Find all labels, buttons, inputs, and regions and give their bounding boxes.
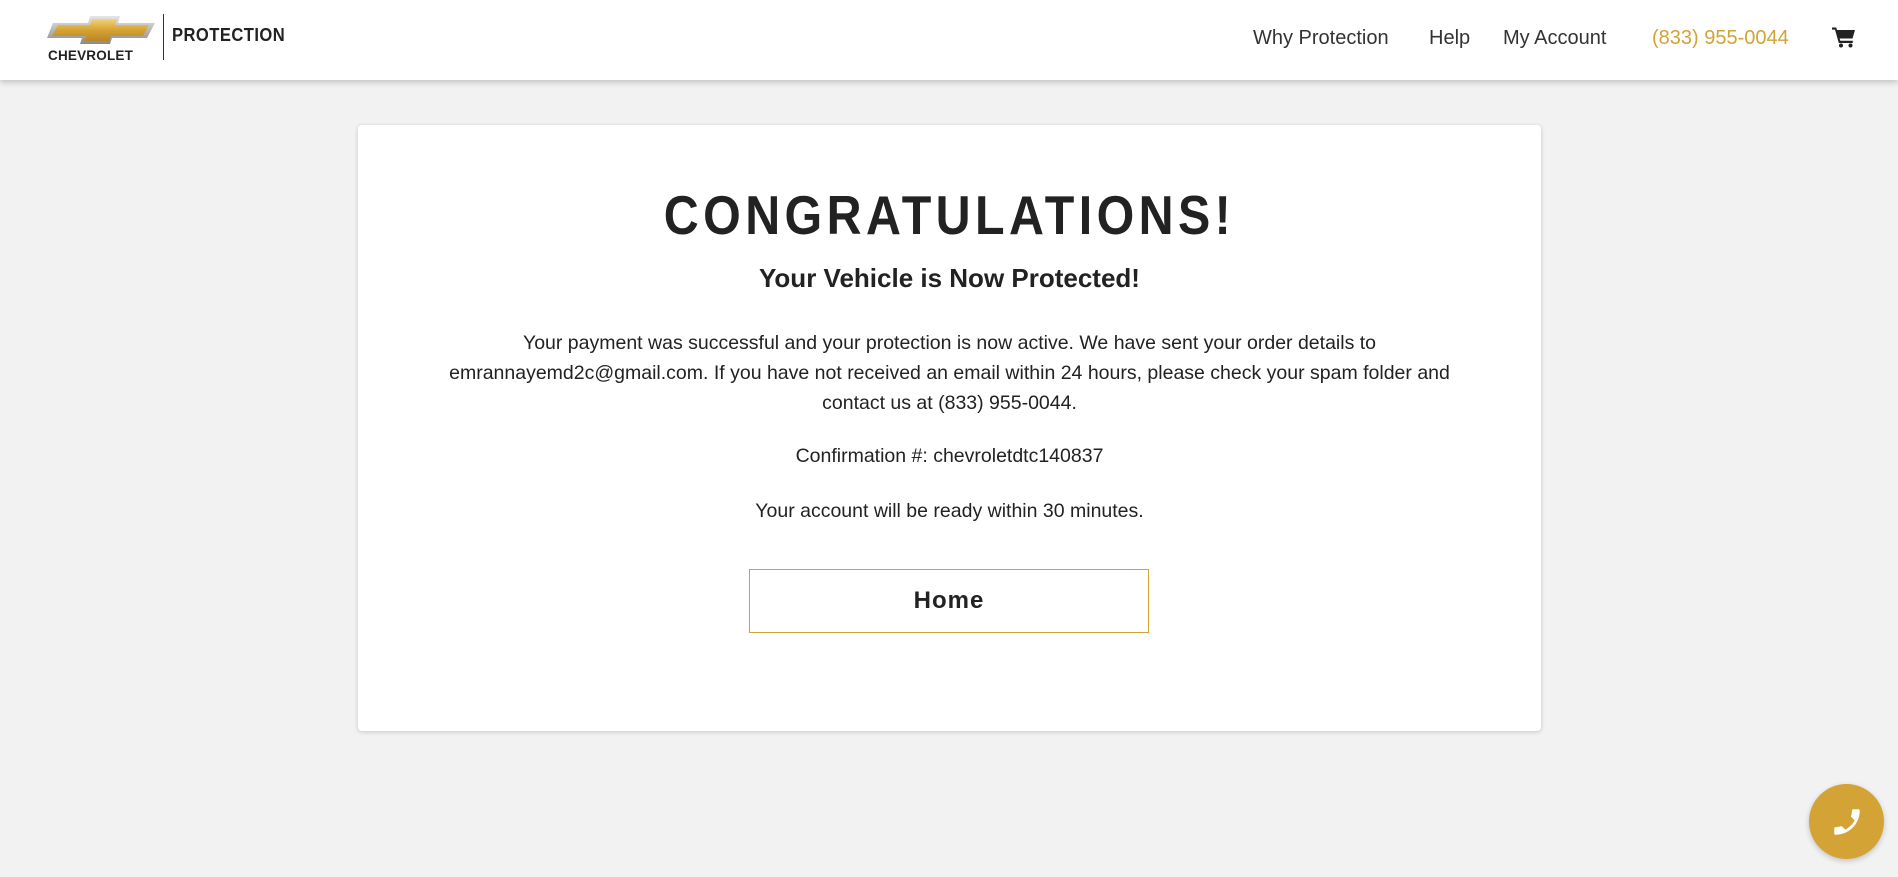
- brand-name: CHEVROLET: [48, 48, 134, 63]
- confirmation-card: CONGRATULATIONS! Your Vehicle is Now Pro…: [358, 125, 1541, 731]
- page-subtitle: Your Vehicle is Now Protected!: [759, 263, 1140, 293]
- success-message: Your payment was successful and your pro…: [449, 332, 1450, 414]
- nav-help[interactable]: Help: [1429, 27, 1470, 50]
- site-header: CHEVROLET PROTECTION Why Protection Help…: [0, 0, 1898, 80]
- home-button[interactable]: Home: [749, 569, 1149, 633]
- nav-my-account[interactable]: My Account: [1503, 27, 1606, 50]
- nav-why-protection[interactable]: Why Protection: [1253, 27, 1389, 50]
- shopping-cart-icon[interactable]: [1832, 26, 1856, 48]
- phone-icon: [1833, 808, 1860, 835]
- call-button[interactable]: [1809, 784, 1884, 859]
- account-ready-note: Your account will be ready within 30 min…: [755, 500, 1144, 522]
- nav-phone-link[interactable]: (833) 955-0044: [1652, 27, 1789, 50]
- page-title: CONGRATULATIONS!: [663, 184, 1236, 246]
- confirmation-number: Confirmation #: chevroletdtc140837: [795, 445, 1104, 467]
- product-name: PROTECTION: [172, 25, 286, 45]
- home-logo-link[interactable]: CHEVROLET PROTECTION: [47, 13, 297, 63]
- chevrolet-bowtie-icon: [47, 16, 155, 44]
- logo-divider: [163, 14, 164, 60]
